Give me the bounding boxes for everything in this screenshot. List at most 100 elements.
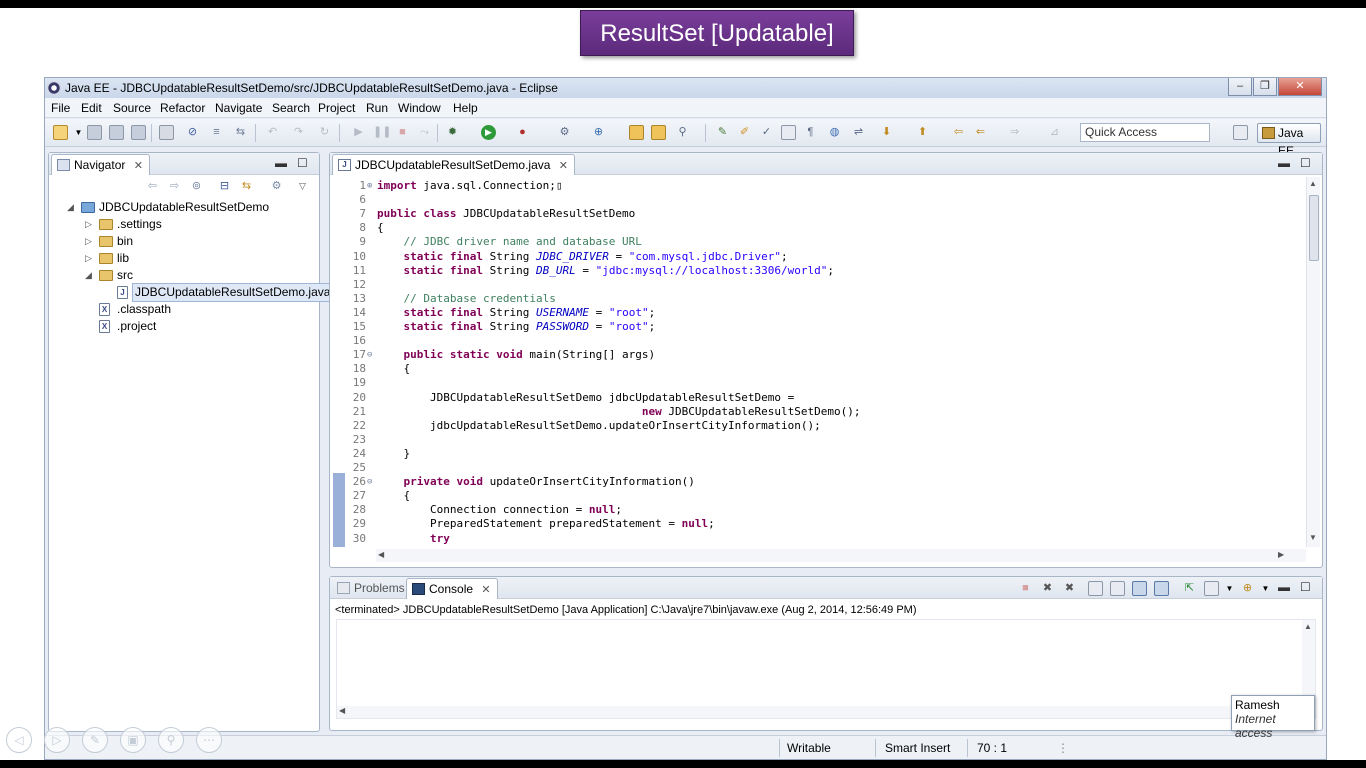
back-icon[interactable]: ⇦ xyxy=(145,179,160,194)
tab-editor-file[interactable]: J JDBCUpdatableResultSetDemo.java ✕ xyxy=(332,154,575,175)
forward-icon[interactable]: ⇒ xyxy=(1007,125,1022,140)
pin-console-icon[interactable]: ⇱ xyxy=(1182,581,1197,596)
console-output[interactable]: ▲ ◀ xyxy=(336,619,1316,719)
open-console-icon[interactable]: ⊕ xyxy=(1240,581,1255,596)
expanded-arrow-icon[interactable]: ◢ xyxy=(67,199,74,216)
open-type-icon[interactable] xyxy=(629,125,644,140)
tree-item[interactable]: X .project xyxy=(49,318,319,335)
dropdown-arrow-icon[interactable]: ▼ xyxy=(1258,581,1273,596)
dropdown-arrow-icon[interactable]: ▼ xyxy=(1222,581,1237,596)
minimize-view-icon[interactable]: ▬ xyxy=(1278,156,1290,170)
scrollbar-thumb[interactable] xyxy=(1309,195,1319,261)
player-previous-icon[interactable]: ◁ xyxy=(6,727,32,753)
print-icon[interactable] xyxy=(131,125,146,140)
menu-file[interactable]: File xyxy=(51,101,70,115)
terminate-icon[interactable]: ■ xyxy=(395,125,410,140)
expanded-arrow-icon[interactable]: ◢ xyxy=(85,267,92,284)
scroll-up-icon[interactable]: ▲ xyxy=(1309,179,1317,188)
menu-project[interactable]: Project xyxy=(318,101,355,115)
last-edit-icon[interactable]: ⇦ xyxy=(951,125,966,140)
perspective-java-ee[interactable]: Java EE xyxy=(1257,123,1321,158)
display-console-icon[interactable] xyxy=(1204,581,1219,596)
tree-item[interactable]: X .classpath xyxy=(49,301,319,318)
player-play-icon[interactable]: ▷ xyxy=(44,727,70,753)
tree-item[interactable]: ▷ bin xyxy=(49,233,319,250)
dropdown-arrow-icon[interactable]: ▼ xyxy=(71,125,86,140)
run-icon[interactable]: ▶ xyxy=(481,125,496,140)
fold-collapse-icon[interactable]: ⊖ xyxy=(367,348,372,362)
undo-icon[interactable]: ↶ xyxy=(265,125,280,140)
new-java-package-icon[interactable]: ⊕ xyxy=(591,125,606,140)
link-icon[interactable]: ⇌ xyxy=(851,125,866,140)
show-on-stderr-icon[interactable] xyxy=(1154,581,1169,596)
collapsed-arrow-icon[interactable]: ▷ xyxy=(85,250,92,267)
window-titlebar[interactable]: Java EE - JDBCUpdatableResultSetDemo/src… xyxy=(45,78,1326,98)
minimize-view-icon[interactable]: ▬ xyxy=(275,156,287,170)
remove-all-terminated-icon[interactable]: ✖ xyxy=(1062,581,1077,596)
link-with-editor-icon[interactable]: ⇆ xyxy=(239,179,254,194)
next-annotation-icon[interactable]: ⬇ xyxy=(879,125,894,140)
close-tab-icon[interactable]: ✕ xyxy=(134,160,143,172)
menu-window[interactable]: Window xyxy=(398,101,441,115)
console-horizontal-scrollbar[interactable]: ◀ xyxy=(337,706,1303,718)
close-button[interactable]: ✕ xyxy=(1278,78,1322,96)
mark-occurrences-icon[interactable]: ✓ xyxy=(759,125,774,140)
debug-icon[interactable]: ✹ xyxy=(445,125,460,140)
highlight-icon[interactable]: ✐ xyxy=(737,125,752,140)
new-icon[interactable] xyxy=(53,125,68,140)
search-icon[interactable]: ⚲ xyxy=(675,125,690,140)
maximize-view-icon[interactable]: ☐ xyxy=(1300,580,1311,594)
player-more-icon[interactable]: ⋯ xyxy=(196,727,222,753)
minimize-button[interactable]: – xyxy=(1228,78,1252,96)
tree-item[interactable]: ◢ src xyxy=(49,267,319,284)
remove-launch-icon[interactable]: ✖ xyxy=(1040,581,1055,596)
refresh-icon[interactable]: ↻ xyxy=(317,125,332,140)
scroll-left-icon[interactable]: ◀ xyxy=(378,550,384,559)
forward-icon[interactable]: ⇨ xyxy=(167,179,182,194)
pin-editor-icon[interactable]: ⊿ xyxy=(1047,125,1062,140)
collapsed-arrow-icon[interactable]: ▷ xyxy=(85,216,92,233)
menu-navigate[interactable]: Navigate xyxy=(215,101,262,115)
menu-source[interactable]: Source xyxy=(113,101,151,115)
tab-problems[interactable]: Problems xyxy=(332,578,411,599)
terminate-icon[interactable]: ■ xyxy=(1018,581,1033,596)
minimize-view-icon[interactable]: ▬ xyxy=(1278,580,1290,594)
fold-expand-icon[interactable]: ⊕ xyxy=(367,179,372,193)
resume-icon[interactable]: ▶ xyxy=(351,125,366,140)
server-icon[interactable]: ⚙ xyxy=(557,125,572,140)
disconnect-icon[interactable]: ⤳ xyxy=(417,125,432,140)
player-zoom-icon[interactable]: ⚲ xyxy=(158,727,184,753)
collapse-all-icon[interactable]: ⊟ xyxy=(217,179,232,194)
toggle-whitespace-icon[interactable]: ⇆ xyxy=(233,125,248,140)
menu-help[interactable]: Help xyxy=(453,101,478,115)
annotation-icon[interactable]: ✎ xyxy=(715,125,730,140)
tab-console[interactable]: Console ✕ xyxy=(406,578,498,599)
editor-vertical-scrollbar[interactable]: ▲ ▼ xyxy=(1306,177,1320,547)
tab-navigator[interactable]: Navigator ✕ xyxy=(51,154,150,175)
suspend-icon[interactable]: ❚❚ xyxy=(373,125,391,140)
scroll-down-icon[interactable]: ▼ xyxy=(1309,533,1317,542)
save-all-icon[interactable] xyxy=(109,125,124,140)
skip-breakpoints-icon[interactable]: ⊘ xyxy=(185,125,200,140)
scroll-lock-icon[interactable] xyxy=(1110,581,1125,596)
scroll-right-icon[interactable]: ▶ xyxy=(1278,550,1284,559)
scroll-up-icon[interactable]: ▲ xyxy=(1304,622,1312,631)
back-icon[interactable]: ⇐ xyxy=(973,125,988,140)
previous-annotation-icon[interactable]: ⬆ xyxy=(915,125,930,140)
maximize-button[interactable]: ❐ xyxy=(1253,78,1277,96)
filter-icon[interactable]: ⚙ xyxy=(269,179,284,194)
redo-icon[interactable]: ↷ xyxy=(291,125,306,140)
up-icon[interactable]: ⊚ xyxy=(189,179,204,194)
open-folder-icon[interactable] xyxy=(651,125,666,140)
show-whitespace-icon[interactable]: ¶ xyxy=(803,125,818,140)
open-perspective-icon[interactable] xyxy=(1233,125,1248,140)
player-pen-icon[interactable]: ✎ xyxy=(82,727,108,753)
maximize-view-icon[interactable]: ☐ xyxy=(1300,156,1311,170)
code-editor[interactable]: 1 ⊕ import java.sql.Connection;▯ 6 7 public c… xyxy=(330,175,1308,548)
toggle-block-icon[interactable]: ≡ xyxy=(209,125,224,140)
show-on-stdout-icon[interactable] xyxy=(1132,581,1147,596)
show-source-icon[interactable] xyxy=(781,125,796,140)
tree-item[interactable]: J JDBCUpdatableResultSetDemo.java xyxy=(49,283,334,302)
player-slides-icon[interactable]: ▣ xyxy=(120,727,146,753)
run-external-icon[interactable]: ● xyxy=(515,125,530,140)
